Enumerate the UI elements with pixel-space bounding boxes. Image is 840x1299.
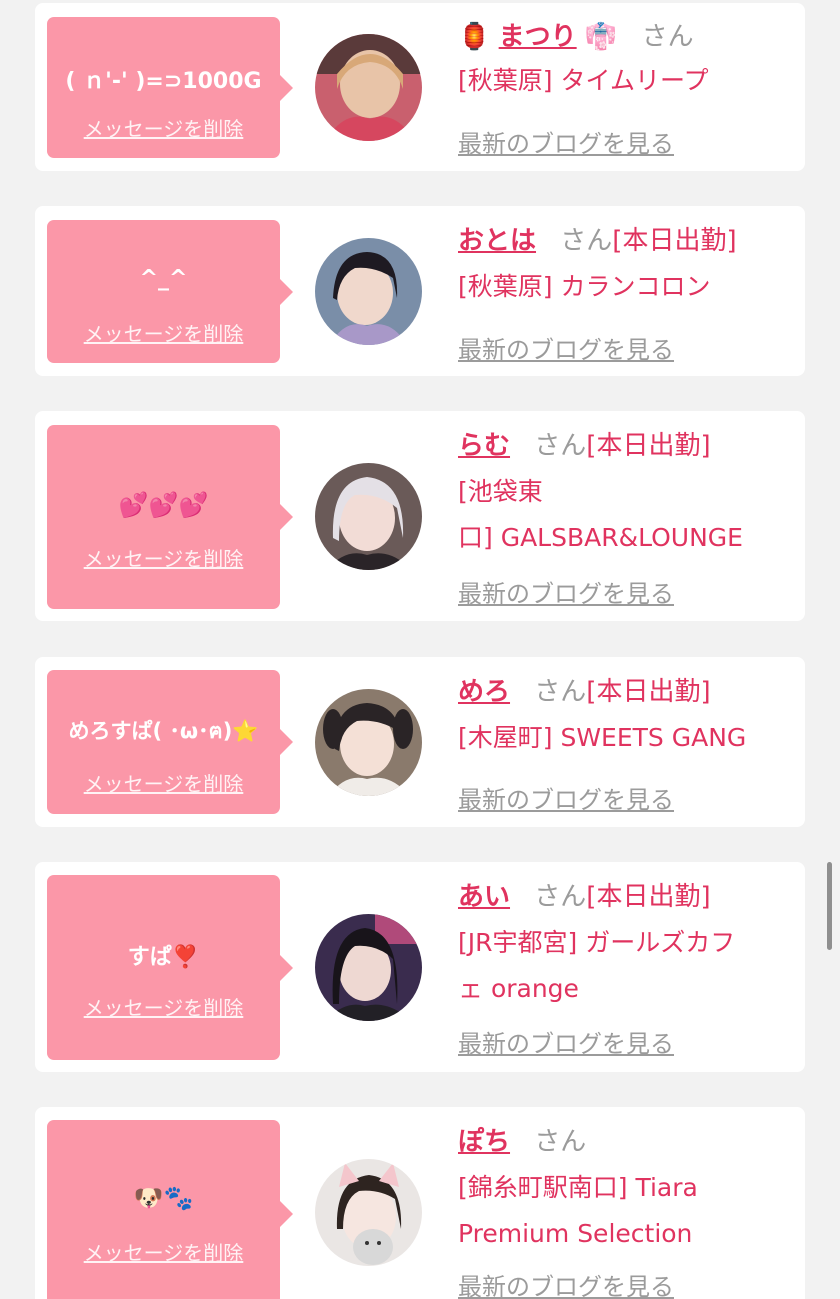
- message-text: すぱ❣️: [127, 945, 200, 970]
- delete-message-link[interactable]: メッセージを削除: [47, 318, 280, 347]
- avatar[interactable]: [315, 689, 422, 796]
- avatar[interactable]: [315, 238, 422, 345]
- delete-message-link[interactable]: メッセージを削除: [47, 992, 280, 1021]
- favorite-card: ^_^ メッセージを削除 おとは さん[本日出勤] [秋葉原] カランコロン 最…: [35, 206, 805, 376]
- avatar[interactable]: [315, 914, 422, 1021]
- lantern-emoji: 🏮: [458, 22, 491, 52]
- shop-name: [錦糸町駅南口] Tiara Premium Selection: [458, 1165, 788, 1257]
- cast-name-link[interactable]: ぽち: [458, 1127, 510, 1157]
- latest-blog-link[interactable]: 最新のブログを見る: [458, 574, 674, 609]
- cast-name-line: めろ さん[本日出勤]: [458, 675, 711, 709]
- shop-name: [秋葉原] カランコロン: [458, 272, 711, 301]
- favorite-card: めろすぱ( ･ω･ฅ)⭐ メッセージを削除 めろ さん[本日出勤] [木屋町] …: [35, 657, 805, 827]
- cast-name-link[interactable]: おとは: [458, 226, 536, 256]
- avatar[interactable]: [315, 463, 422, 570]
- message-bubble: めろすぱ( ･ω･ฅ)⭐ メッセージを削除: [47, 670, 293, 814]
- delete-message-link[interactable]: メッセージを削除: [47, 113, 280, 142]
- avatar[interactable]: [315, 1159, 422, 1266]
- latest-blog-link[interactable]: 最新のブログを見る: [458, 1024, 674, 1059]
- cast-name-link[interactable]: あい: [458, 882, 510, 912]
- honorific: さん: [534, 431, 587, 461]
- favorite-card: ( ｎ'-' )=⊃1000G メッセージを削除 🏮 まつり 👘 さん [秋葉原…: [35, 3, 805, 171]
- message-bubble: ( ｎ'-' )=⊃1000G メッセージを削除: [47, 17, 293, 158]
- avatar[interactable]: [315, 34, 422, 141]
- status-badge: [本日出勤]: [612, 226, 737, 256]
- message-bubble: 🐶🐾 メッセージを削除: [47, 1120, 293, 1299]
- favorite-list: ( ｎ'-' )=⊃1000G メッセージを削除 🏮 まつり 👘 さん [秋葉原…: [0, 0, 840, 1299]
- honorific: さん: [534, 1127, 587, 1157]
- message-text: ( ｎ'-' )=⊃1000G: [65, 69, 262, 94]
- status-badge: [本日出勤]: [586, 882, 711, 912]
- message-text: 💕💕💕: [118, 491, 209, 519]
- cast-name-line: おとは さん[本日出勤]: [458, 224, 737, 258]
- message-bubble: 💕💕💕 メッセージを削除: [47, 425, 293, 609]
- delete-message-link[interactable]: メッセージを削除: [47, 1237, 280, 1266]
- favorite-card: 🐶🐾 メッセージを削除 ぽち さん [錦糸町駅南口] Tiara Premium…: [35, 1107, 805, 1299]
- honorific: さん: [641, 22, 694, 52]
- cast-name-line: らむ さん[本日出勤]: [458, 429, 711, 463]
- shop-name: [JR宇都宮] ガールズカフ ェ orange: [458, 920, 788, 1012]
- message-bubble: ^_^ メッセージを削除: [47, 220, 293, 363]
- shop-name-line: [錦糸町駅南口] Tiara: [458, 1173, 698, 1202]
- shop-name-line: Premium Selection: [458, 1219, 693, 1248]
- kimono-emoji: 👘: [584, 22, 618, 52]
- shop-name: [秋葉原] タイムリープ: [458, 66, 709, 95]
- shop-name-line: [池袋東: [458, 477, 543, 506]
- cast-name-line: ぽち さん: [458, 1125, 586, 1159]
- honorific: さん: [534, 882, 587, 912]
- shop-name: [木屋町] SWEETS GANG: [458, 723, 747, 752]
- cast-name-link[interactable]: めろ: [458, 677, 510, 707]
- honorific: さん: [534, 677, 587, 707]
- scrollbar-thumb[interactable]: [827, 862, 832, 950]
- message-text: 🐶🐾: [133, 1184, 194, 1212]
- shop-name-line: [JR宇都宮] ガールズカフ: [458, 928, 736, 957]
- favorite-card: すぱ❣️ メッセージを削除 あい さん[本日出勤] [JR宇都宮] ガールズカフ…: [35, 862, 805, 1072]
- shop-name: [池袋東 口] GALSBAR&LOUNGE: [458, 469, 788, 561]
- shop-name-line: ェ orange: [458, 974, 579, 1003]
- delete-message-link[interactable]: メッセージを削除: [47, 768, 280, 797]
- message-text: ^_^: [139, 266, 188, 291]
- status-badge: [本日出勤]: [586, 677, 711, 707]
- cast-name-link[interactable]: らむ: [458, 431, 510, 461]
- cast-name-line: あい さん[本日出勤]: [458, 880, 711, 914]
- delete-message-link[interactable]: メッセージを削除: [47, 543, 280, 572]
- cast-name-line: 🏮 まつり 👘 さん: [458, 20, 694, 54]
- latest-blog-link[interactable]: 最新のブログを見る: [458, 124, 674, 159]
- favorite-card: 💕💕💕 メッセージを削除 らむ さん[本日出勤] [池袋東 口] GALSBAR…: [35, 411, 805, 621]
- latest-blog-link[interactable]: 最新のブログを見る: [458, 780, 674, 815]
- shop-name-line: 口] GALSBAR&LOUNGE: [458, 523, 743, 552]
- message-bubble: すぱ❣️ メッセージを削除: [47, 875, 293, 1060]
- cast-name-link[interactable]: まつり: [499, 22, 577, 52]
- latest-blog-link[interactable]: 最新のブログを見る: [458, 1267, 674, 1299]
- honorific: さん: [560, 226, 613, 256]
- status-badge: [本日出勤]: [586, 431, 711, 461]
- message-text: めろすぱ( ･ω･ฅ)⭐: [68, 719, 259, 743]
- latest-blog-link[interactable]: 最新のブログを見る: [458, 330, 674, 365]
